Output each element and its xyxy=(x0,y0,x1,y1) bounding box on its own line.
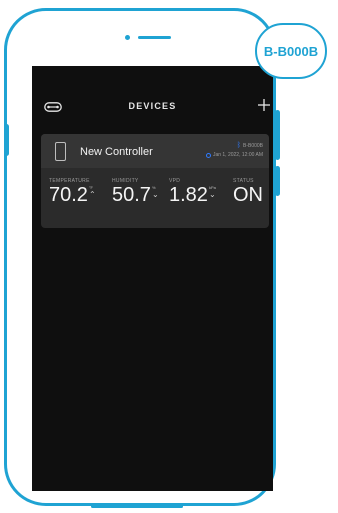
metric-humidity: HUMIDITY 50.7 % ⌄ xyxy=(112,178,160,205)
bluetooth-icon: ᛒ xyxy=(236,142,241,149)
device-name: New Controller xyxy=(80,146,153,158)
volume-button xyxy=(4,124,9,156)
metric-status: STATUS ON xyxy=(233,178,263,205)
timestamp-row: Jan 1, 2022, 12:00 AM xyxy=(205,152,263,158)
device-card[interactable]: New Controller ᛒ B-B000B Jan 1, 2022, 12… xyxy=(41,134,269,228)
chevron-down-icon: ⌄ xyxy=(208,190,216,199)
bluetooth-id: B-B000B xyxy=(242,142,263,149)
clock-icon xyxy=(205,152,211,158)
metric-temperature: TEMPERATURE 70.2 °F ⌃ xyxy=(49,178,97,205)
camera-dot xyxy=(125,35,130,40)
plus-icon[interactable] xyxy=(256,97,272,113)
metric-value: 70.2 xyxy=(49,184,88,206)
top-bar: DEVICES xyxy=(32,96,273,120)
earpiece xyxy=(138,36,171,39)
status-value: ON xyxy=(233,184,263,206)
phone-frame: DEVICES New Controller ᛒ B-B000B Jan 1, … xyxy=(4,8,276,508)
page-title: DEVICES xyxy=(128,101,177,111)
side-button xyxy=(275,166,280,196)
home-indicator xyxy=(91,505,183,508)
bluetooth-id-row: ᛒ B-B000B xyxy=(237,142,263,149)
metric-value: 50.7 xyxy=(112,184,151,206)
chevron-down-icon: ⌄ xyxy=(151,190,159,199)
app-screen: DEVICES New Controller ᛒ B-B000B Jan 1, … xyxy=(32,66,273,491)
metric-vpd: VPD 1.82 kPa ⌄ xyxy=(169,178,217,205)
phone-device-icon xyxy=(55,142,66,161)
device-card-header: New Controller ᛒ B-B000B Jan 1, 2022, 12… xyxy=(41,134,269,168)
device-id-badge: B-B000B xyxy=(255,23,327,79)
metric-value: 1.82 xyxy=(169,184,208,206)
power-button xyxy=(275,110,280,160)
badge-text: B-B000B xyxy=(263,43,319,59)
chevron-up-icon: ⌃ xyxy=(88,190,96,199)
timestamp: Jan 1, 2022, 12:00 AM xyxy=(212,152,263,158)
